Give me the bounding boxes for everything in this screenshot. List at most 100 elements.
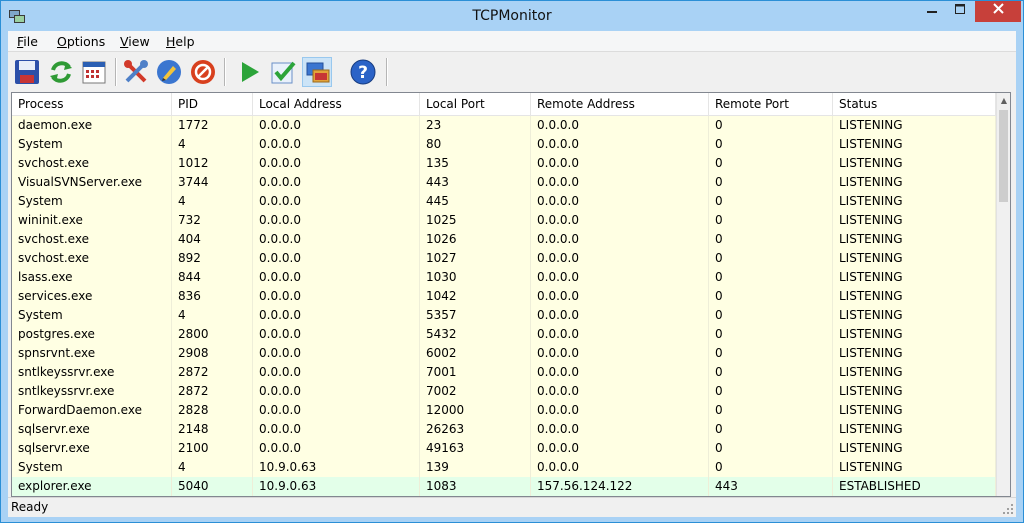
tools-icon [124,60,148,83]
refresh-button[interactable] [46,57,76,87]
maximize-button[interactable] [946,1,974,22]
column-header-process[interactable]: Process [12,93,172,115]
cell-status: LISTENING [833,268,996,287]
toolbar-separator [115,58,117,86]
cell-pid: 4 [172,458,253,477]
cell-process: ForwardDaemon.exe [12,401,172,420]
table-row[interactable]: spnsrvnt.exe 2908 0.0.0.0 6002 0.0.0.0 0 LISTE… [12,344,996,363]
table-row[interactable]: services.exe 836 0.0.0.0 1042 0.0.0.0 0 LISTEN… [12,287,996,306]
calendar-button[interactable] [79,57,109,87]
cell-process: svchost.exe [12,230,172,249]
cell-local-port: 7002 [420,382,531,401]
cell-local-address: 0.0.0.0 [253,230,420,249]
window-title: TCPMonitor [472,8,552,24]
save-icon [15,60,39,84]
cell-remote-address: 0.0.0.0 [531,401,709,420]
stop-icon [191,60,215,84]
cell-remote-address: 0.0.0.0 [531,211,709,230]
vertical-scrollbar[interactable]: ▲ [996,93,1010,496]
table-row[interactable]: svchost.exe 404 0.0.0.0 1026 0.0.0.0 0 LISTENI… [12,230,996,249]
table-row[interactable]: svchost.exe 1012 0.0.0.0 135 0.0.0.0 0 LISTENI… [12,154,996,173]
cell-local-port: 5357 [420,306,531,325]
save-button[interactable] [12,57,42,87]
scroll-up-icon[interactable]: ▲ [997,93,1010,109]
cell-remote-port: 0 [709,401,833,420]
cell-remote-address: 0.0.0.0 [531,154,709,173]
cell-local-port: 12000 [420,401,531,420]
cell-status: ESTABLISHED [833,477,996,496]
table-row[interactable]: System 4 0.0.0.0 5357 0.0.0.0 0 LISTENING [12,306,996,325]
resize-grip-icon[interactable] [1002,503,1014,515]
cell-local-port: 1026 [420,230,531,249]
start-button[interactable] [234,57,264,87]
column-header-remote-address[interactable]: Remote Address [531,93,709,115]
table-row[interactable]: System 4 10.9.0.63 139 0.0.0.0 0 LISTENING [12,458,996,477]
menu-help-label: elp [175,34,195,49]
cell-process: svchost.exe [12,249,172,268]
cell-local-port: 139 [420,458,531,477]
cell-process: sqlservr.exe [12,420,172,439]
cell-status: LISTENING [833,306,996,325]
cell-remote-port: 443 [709,477,833,496]
column-header-local-port[interactable]: Local Port [420,93,531,115]
scrollbar-thumb[interactable] [999,110,1008,202]
cell-local-address: 10.9.0.63 [253,477,420,496]
table-row[interactable]: System 4 0.0.0.0 80 0.0.0.0 0 LISTENING [12,135,996,154]
title-bar[interactable]: TCPMonitor [1,1,1023,31]
table-row[interactable]: sntlkeyssrvr.exe 2872 0.0.0.0 7001 0.0.0.0 0 L… [12,363,996,382]
cell-status: LISTENING [833,401,996,420]
cell-local-port: 7001 [420,363,531,382]
menu-help[interactable]: Help [166,34,195,49]
cell-local-address: 0.0.0.0 [253,401,420,420]
cell-remote-port: 0 [709,268,833,287]
cell-status: LISTENING [833,135,996,154]
table-row[interactable]: ForwardDaemon.exe 2828 0.0.0.0 12000 0.0.0.0… [12,401,996,420]
menu-view[interactable]: View [120,34,150,49]
cell-remote-port: 0 [709,344,833,363]
cell-status: LISTENING [833,249,996,268]
menu-options[interactable]: Options [57,34,105,49]
minimize-button[interactable] [918,1,946,22]
cell-status: LISTENING [833,420,996,439]
column-header-remote-port[interactable]: Remote Port [709,93,833,115]
check-button[interactable] [268,57,298,87]
table-row[interactable]: daemon.exe 1772 0.0.0.0 23 0.0.0.0 0 LISTENING [12,116,996,135]
edit-button[interactable] [154,57,184,87]
play-icon [242,62,259,82]
column-header-local-address[interactable]: Local Address [253,93,420,115]
table-row[interactable]: wininit.exe 732 0.0.0.0 1025 0.0.0.0 0 LISTENI… [12,211,996,230]
table-row[interactable]: VisualSVNServer.exe 3744 0.0.0.0 443 0.0.0.0… [12,173,996,192]
column-header-status[interactable]: Status [833,93,996,115]
table-row[interactable]: explorer.exe 5040 10.9.0.63 1083 157.56.124.… [12,477,996,496]
cell-remote-port: 0 [709,173,833,192]
cell-remote-port: 0 [709,116,833,135]
connections-table[interactable]: Process PID Local Address Local Port Remote … [11,92,1011,497]
settings-button[interactable] [121,57,151,87]
cell-status: LISTENING [833,439,996,458]
close-button[interactable] [975,1,1021,22]
cell-process: VisualSVNServer.exe [12,173,172,192]
help-icon: ? [350,59,376,85]
cell-remote-address: 0.0.0.0 [531,325,709,344]
stop-button[interactable] [188,57,218,87]
cell-pid: 1012 [172,154,253,173]
table-row[interactable]: System 4 0.0.0.0 445 0.0.0.0 0 LISTENING [12,192,996,211]
table-row[interactable]: lsass.exe 844 0.0.0.0 1030 0.0.0.0 0 LISTENING [12,268,996,287]
cell-remote-address: 0.0.0.0 [531,458,709,477]
cell-process: System [12,306,172,325]
column-header-pid[interactable]: PID [172,93,253,115]
cell-remote-port: 0 [709,211,833,230]
windows-button[interactable] [302,57,332,87]
table-row[interactable]: svchost.exe 892 0.0.0.0 1027 0.0.0.0 0 LISTENI… [12,249,996,268]
minimize-icon [927,11,937,13]
table-row[interactable]: sqlservr.exe 2148 0.0.0.0 26263 0.0.0.0 0 LIST… [12,420,996,439]
cell-local-port: 1027 [420,249,531,268]
cell-pid: 4 [172,306,253,325]
cell-pid: 404 [172,230,253,249]
cell-pid: 2148 [172,420,253,439]
table-row[interactable]: sqlservr.exe 2100 0.0.0.0 49163 0.0.0.0 0 LIST… [12,439,996,458]
menu-file[interactable]: File [17,34,38,49]
table-row[interactable]: sntlkeyssrvr.exe 2872 0.0.0.0 7002 0.0.0.0 0 L… [12,382,996,401]
help-button[interactable]: ? [348,57,378,87]
table-row[interactable]: postgres.exe 2800 0.0.0.0 5432 0.0.0.0 0 LISTE… [12,325,996,344]
